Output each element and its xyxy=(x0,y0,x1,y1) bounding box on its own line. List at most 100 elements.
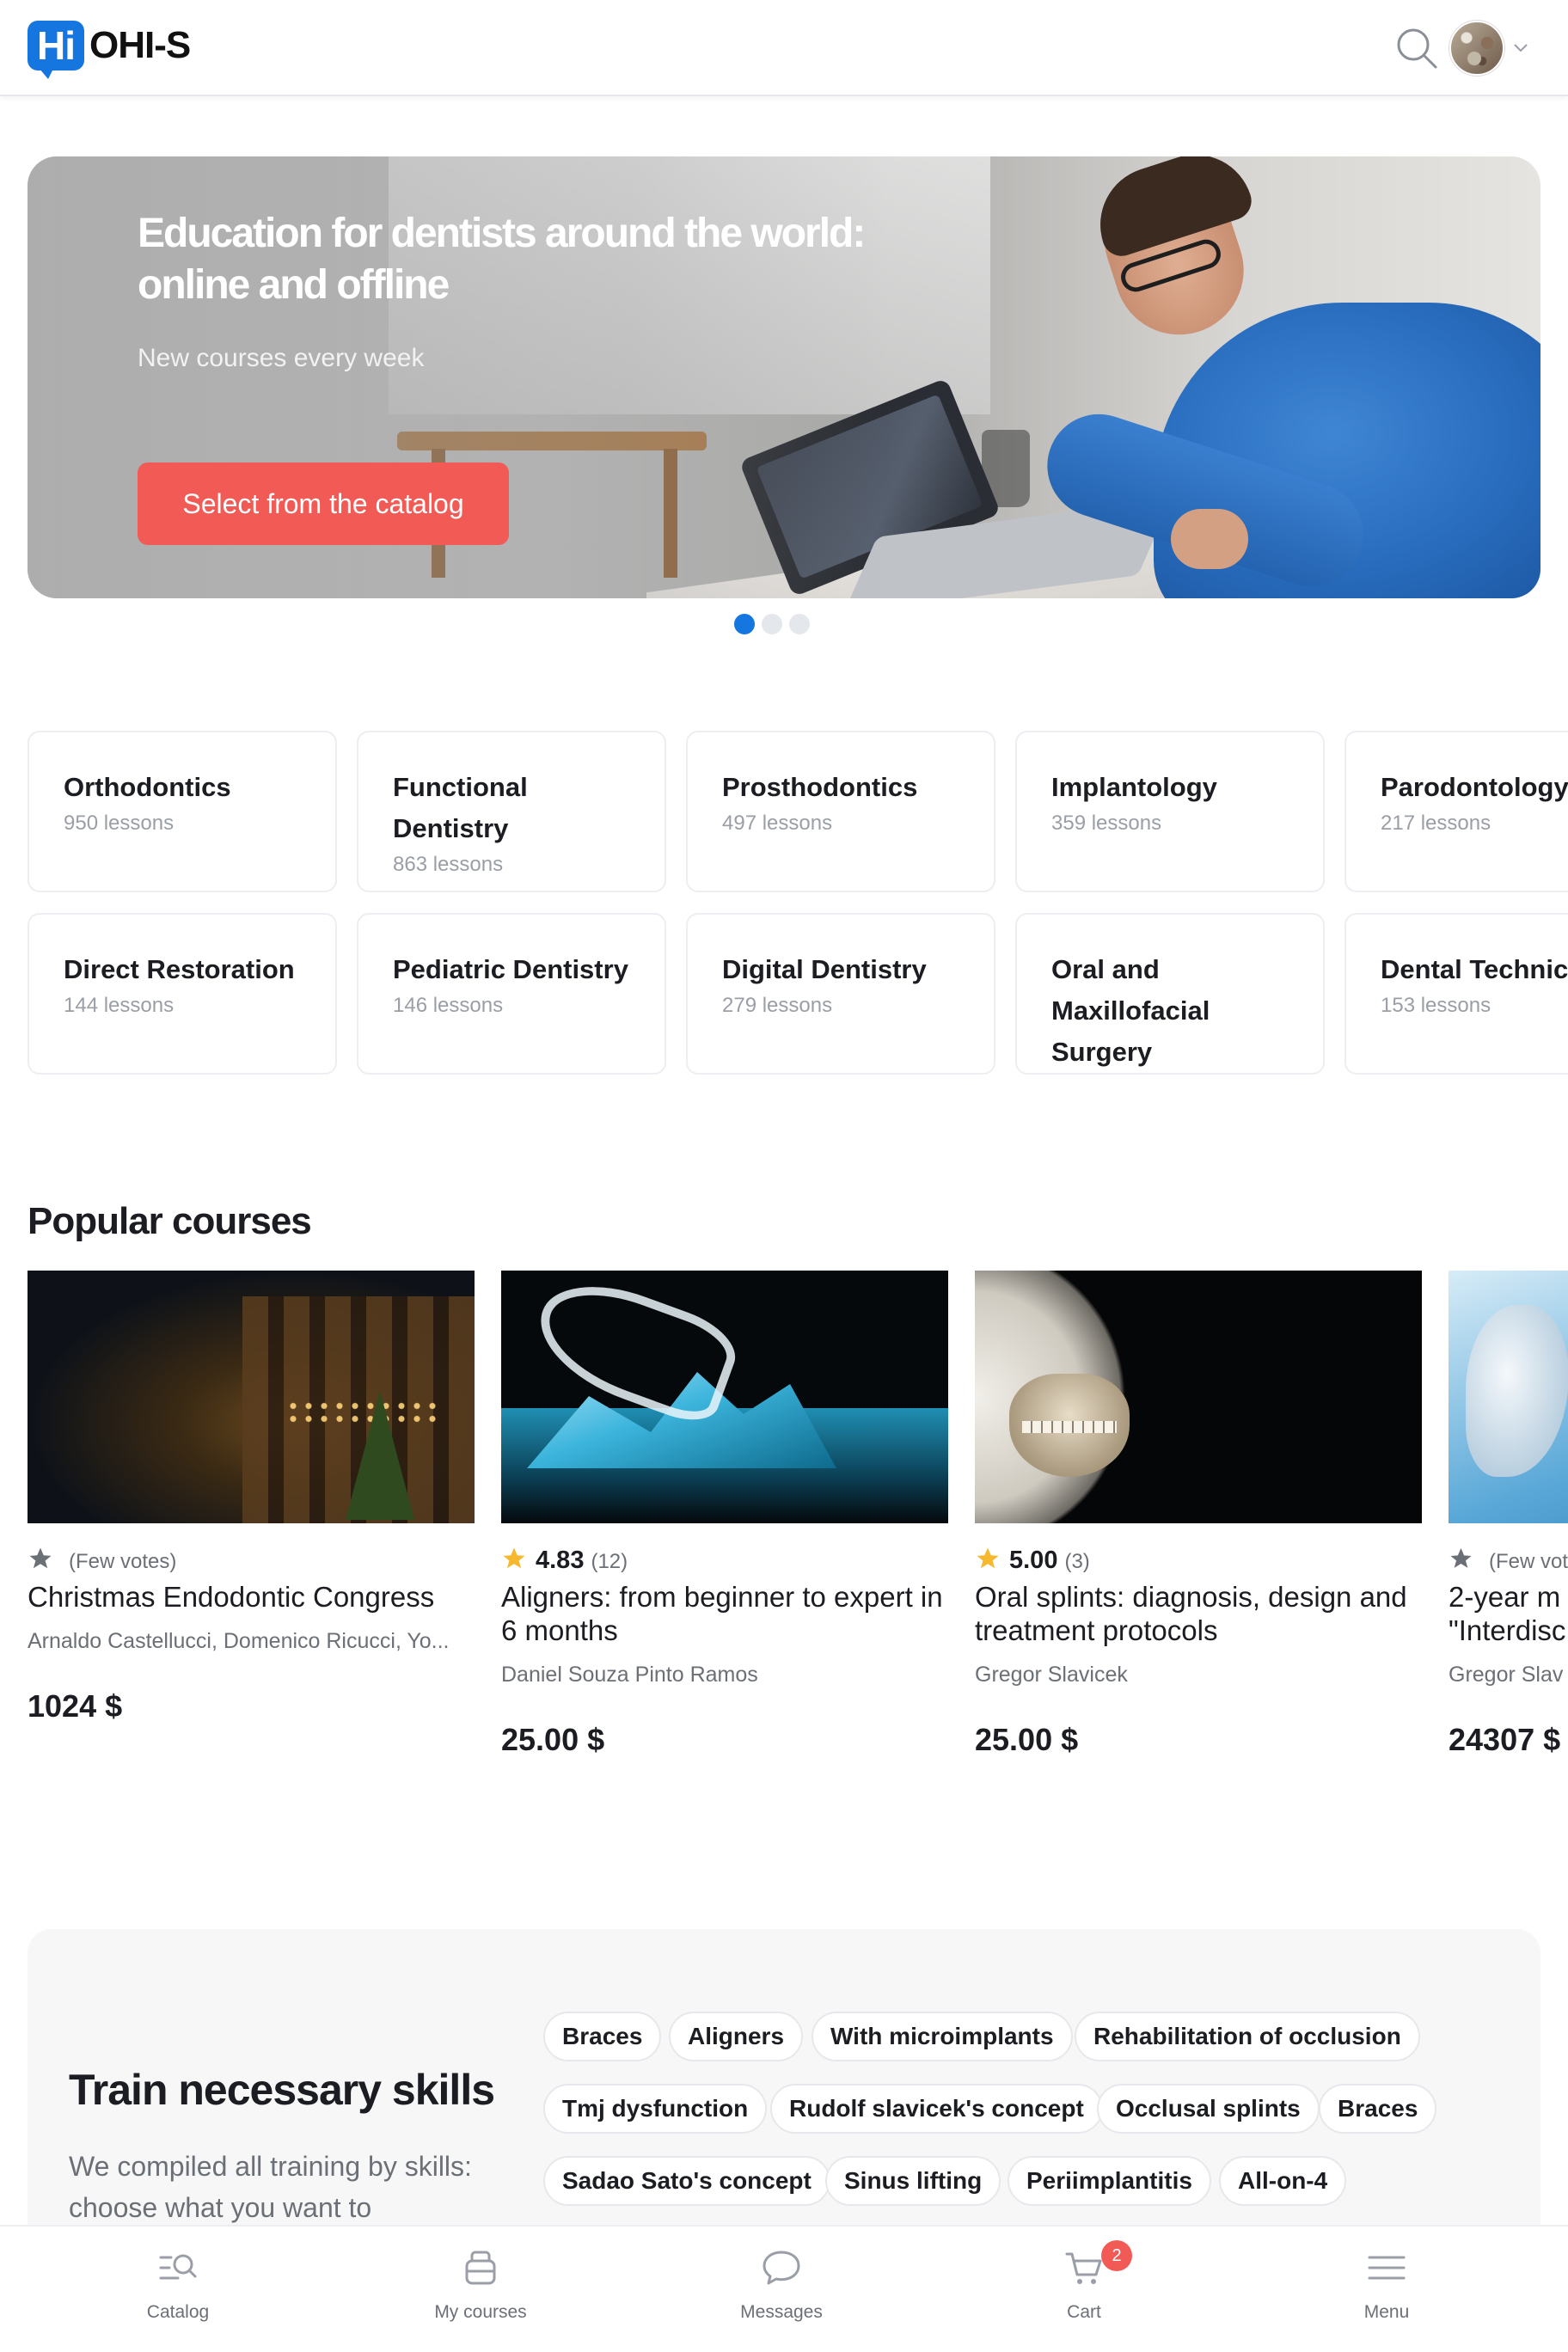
carousel-dot-3[interactable] xyxy=(789,614,810,634)
category-card-implantology[interactable]: Implantology 359 lessons xyxy=(1015,731,1325,892)
course-card[interactable]: (Few vot 2-year m "Interdisc Gregor Slav… xyxy=(1449,1271,1568,1758)
category-lessons: 217 lessons xyxy=(1381,812,1491,835)
skill-tag[interactable]: Aligners xyxy=(669,2012,804,2061)
my-courses-icon xyxy=(465,2251,496,2285)
rating-score: 5.00 xyxy=(1009,1547,1058,1574)
course-image-jaw xyxy=(1466,1305,1568,1477)
course-image-teeth xyxy=(1022,1421,1117,1433)
menu-icon xyxy=(1368,2256,1406,2280)
catalog-search-icon xyxy=(159,2254,197,2280)
logo-badge: Hi xyxy=(28,21,84,79)
category-lessons: 146 lessons xyxy=(393,994,504,1017)
course-image-oral-splints[interactable] xyxy=(975,1271,1422,1523)
course-title[interactable]: Aligners: from beginner to expert in 6 m… xyxy=(501,1580,948,1647)
category-card-digital-dentistry[interactable]: Digital Dentistry 279 lessons xyxy=(686,913,995,1075)
skills-heading: Train necessary skills xyxy=(69,2066,495,2114)
chevron-down-icon[interactable] xyxy=(1511,38,1530,57)
course-title[interactable]: Christmas Endodontic Congress xyxy=(28,1580,475,1614)
nav-my-courses[interactable]: My courses xyxy=(326,2226,635,2352)
category-card-orthodontics[interactable]: Orthodontics 950 lessons xyxy=(28,731,337,892)
cart-count-badge: 2 xyxy=(1101,2240,1132,2271)
rating-score: 4.83 xyxy=(536,1547,585,1574)
category-lessons: 359 lessons xyxy=(1051,812,1162,835)
course-price: 25.00 $ xyxy=(975,1722,1079,1757)
nav-menu[interactable]: Menu xyxy=(1232,2226,1541,2352)
course-card[interactable]: 4.83 (12) Aligners: from beginner to exp… xyxy=(501,1271,948,1758)
skill-tag[interactable]: Periimplantitis xyxy=(1008,2156,1211,2206)
skill-tag[interactable]: Tmj dysfunction xyxy=(543,2084,768,2134)
course-image-tree xyxy=(346,1391,414,1520)
nav-catalog[interactable]: Catalog xyxy=(23,2226,333,2352)
course-rating: (Few vot xyxy=(1449,1542,1568,1573)
category-card-prosthodontics[interactable]: Prosthodontics 497 lessons xyxy=(686,731,995,892)
carousel-dots xyxy=(734,614,810,634)
messages-icon xyxy=(763,2251,800,2285)
cart-icon xyxy=(1065,2252,1102,2284)
skills-description: We compiled all training by skills: choo… xyxy=(69,2151,472,2223)
category-card-pediatric-dentistry[interactable]: Pediatric Dentistry 146 lessons xyxy=(357,913,666,1075)
skill-tag[interactable]: Occlusal splints xyxy=(1097,2084,1320,2134)
category-lessons: 497 lessons xyxy=(722,812,833,835)
course-author: Gregor Slavicek xyxy=(975,1663,1128,1687)
search-icon[interactable] xyxy=(1393,24,1441,72)
carousel-dot-2[interactable] xyxy=(762,614,782,634)
category-card-parodontology[interactable]: Parodontology 217 lessons xyxy=(1344,731,1568,892)
skill-tag[interactable]: All-on-4 xyxy=(1219,2156,1347,2206)
category-title: Parodontology xyxy=(1381,772,1568,802)
category-title: Direct Restoration xyxy=(64,954,295,984)
category-lessons: 144 lessons xyxy=(64,994,175,1017)
skill-tag[interactable]: Sinus lifting xyxy=(825,2156,1001,2206)
course-author: Arnaldo Castellucci, Domenico Ricucci, Y… xyxy=(28,1629,450,1653)
course-author: Gregor Slav xyxy=(1449,1663,1564,1687)
skill-tag[interactable]: Sadao Sato's concept xyxy=(543,2156,830,2206)
star-icon xyxy=(1450,1547,1472,1568)
skill-tag[interactable]: Braces xyxy=(543,2012,662,2061)
course-image-aligners[interactable] xyxy=(501,1271,948,1523)
category-title: Pediatric Dentistry xyxy=(393,954,628,984)
course-card[interactable]: (Few votes) Christmas Endodontic Congres… xyxy=(28,1271,475,1724)
course-title[interactable]: Oral splints: diagnosis, design and trea… xyxy=(975,1580,1422,1647)
course-card[interactable]: 5.00 (3) Oral splints: diagnosis, design… xyxy=(975,1271,1422,1758)
star-icon xyxy=(29,1547,52,1569)
category-title: Oral and Maxillofacial Surgery xyxy=(1051,954,1210,1067)
hero-subtitle: New courses every week xyxy=(138,344,425,372)
bottom-navigation: Catalog My courses Messages 2 Cart Menu xyxy=(0,2225,1568,2352)
nav-label: My courses xyxy=(434,2302,527,2322)
course-image-christmas-congress[interactable] xyxy=(28,1271,475,1523)
skill-tag[interactable]: Rehabilitation of occlusion xyxy=(1075,2012,1420,2061)
top-header: Hi OHI-S xyxy=(0,0,1568,96)
skill-tag[interactable]: Braces xyxy=(1319,2084,1437,2134)
category-lessons: 863 lessons xyxy=(393,853,504,876)
nav-label: Messages xyxy=(740,2302,823,2322)
hero-person-hand xyxy=(1171,509,1248,569)
nav-messages[interactable]: Messages xyxy=(627,2226,936,2352)
course-rating: 4.83 (12) xyxy=(501,1542,948,1574)
logo-text: OHI-S xyxy=(89,24,191,66)
user-avatar[interactable] xyxy=(1449,21,1504,76)
course-image-interdisciplinary[interactable] xyxy=(1449,1271,1568,1523)
course-title[interactable]: 2-year m "Interdisc xyxy=(1449,1580,1568,1647)
skill-tag[interactable]: Rudolf slavicek's concept xyxy=(770,2084,1103,2134)
nav-label: Cart xyxy=(1067,2302,1101,2322)
category-title: Dental Technic xyxy=(1381,954,1568,984)
category-lessons: 153 lessons xyxy=(1381,994,1491,1017)
category-card-oral-maxillofacial-surgery[interactable]: Oral and Maxillofacial Surgery xyxy=(1015,913,1325,1075)
course-rating: 5.00 (3) xyxy=(975,1542,1422,1574)
rating-votes: (Few vot xyxy=(1488,1550,1568,1573)
category-title: Digital Dentistry xyxy=(722,954,927,984)
course-price: 25.00 $ xyxy=(501,1722,605,1757)
category-card-direct-restoration[interactable]: Direct Restoration 144 lessons xyxy=(28,913,337,1075)
star-icon xyxy=(977,1547,999,1569)
category-card-functional-dentistry[interactable]: Functional Dentistry 863 lessons xyxy=(357,731,666,892)
select-catalog-button[interactable]: Select from the catalog xyxy=(138,462,509,545)
nav-cart[interactable]: 2 Cart xyxy=(929,2226,1239,2352)
skill-tag[interactable]: With microimplants xyxy=(812,2012,1073,2061)
category-card-dental-technic[interactable]: Dental Technic 153 lessons xyxy=(1344,913,1568,1075)
course-rating: (Few votes) xyxy=(28,1542,475,1573)
carousel-dot-1[interactable] xyxy=(734,614,755,634)
site-logo[interactable]: Hi OHI-S xyxy=(28,21,191,79)
rating-votes: (12) xyxy=(591,1550,628,1573)
category-title: Prosthodontics xyxy=(722,772,918,802)
category-lessons: 279 lessons xyxy=(722,994,833,1017)
category-title: Implantology xyxy=(1051,772,1217,802)
